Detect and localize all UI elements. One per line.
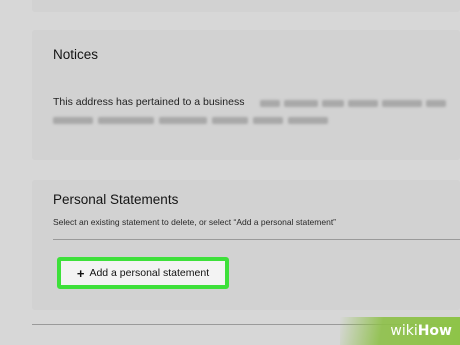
watermark-wiki: wiki <box>390 323 418 339</box>
personal-statements-hint: Select an existing statement to delete, … <box>53 217 337 227</box>
wikihow-watermark: wiki How <box>340 317 460 345</box>
personal-statements-section: Personal Statements Select an existing s… <box>32 180 460 310</box>
watermark-how: How <box>417 323 452 339</box>
plus-icon: + <box>76 265 85 281</box>
redacted-text <box>260 100 446 107</box>
notices-section: Notices This address has pertained to a … <box>32 30 460 160</box>
add-personal-statement-button[interactable]: + Add a personal statement <box>57 257 229 289</box>
notices-title: Notices <box>53 47 99 62</box>
page: Notices This address has pertained to a … <box>0 0 460 345</box>
personal-statements-title: Personal Statements <box>53 192 179 207</box>
divider <box>53 239 460 240</box>
redacted-text <box>53 117 328 124</box>
previous-section-card <box>32 0 460 12</box>
add-personal-statement-label: Add a personal statement <box>89 267 210 279</box>
notice-text: This address has pertained to a business <box>53 96 245 108</box>
